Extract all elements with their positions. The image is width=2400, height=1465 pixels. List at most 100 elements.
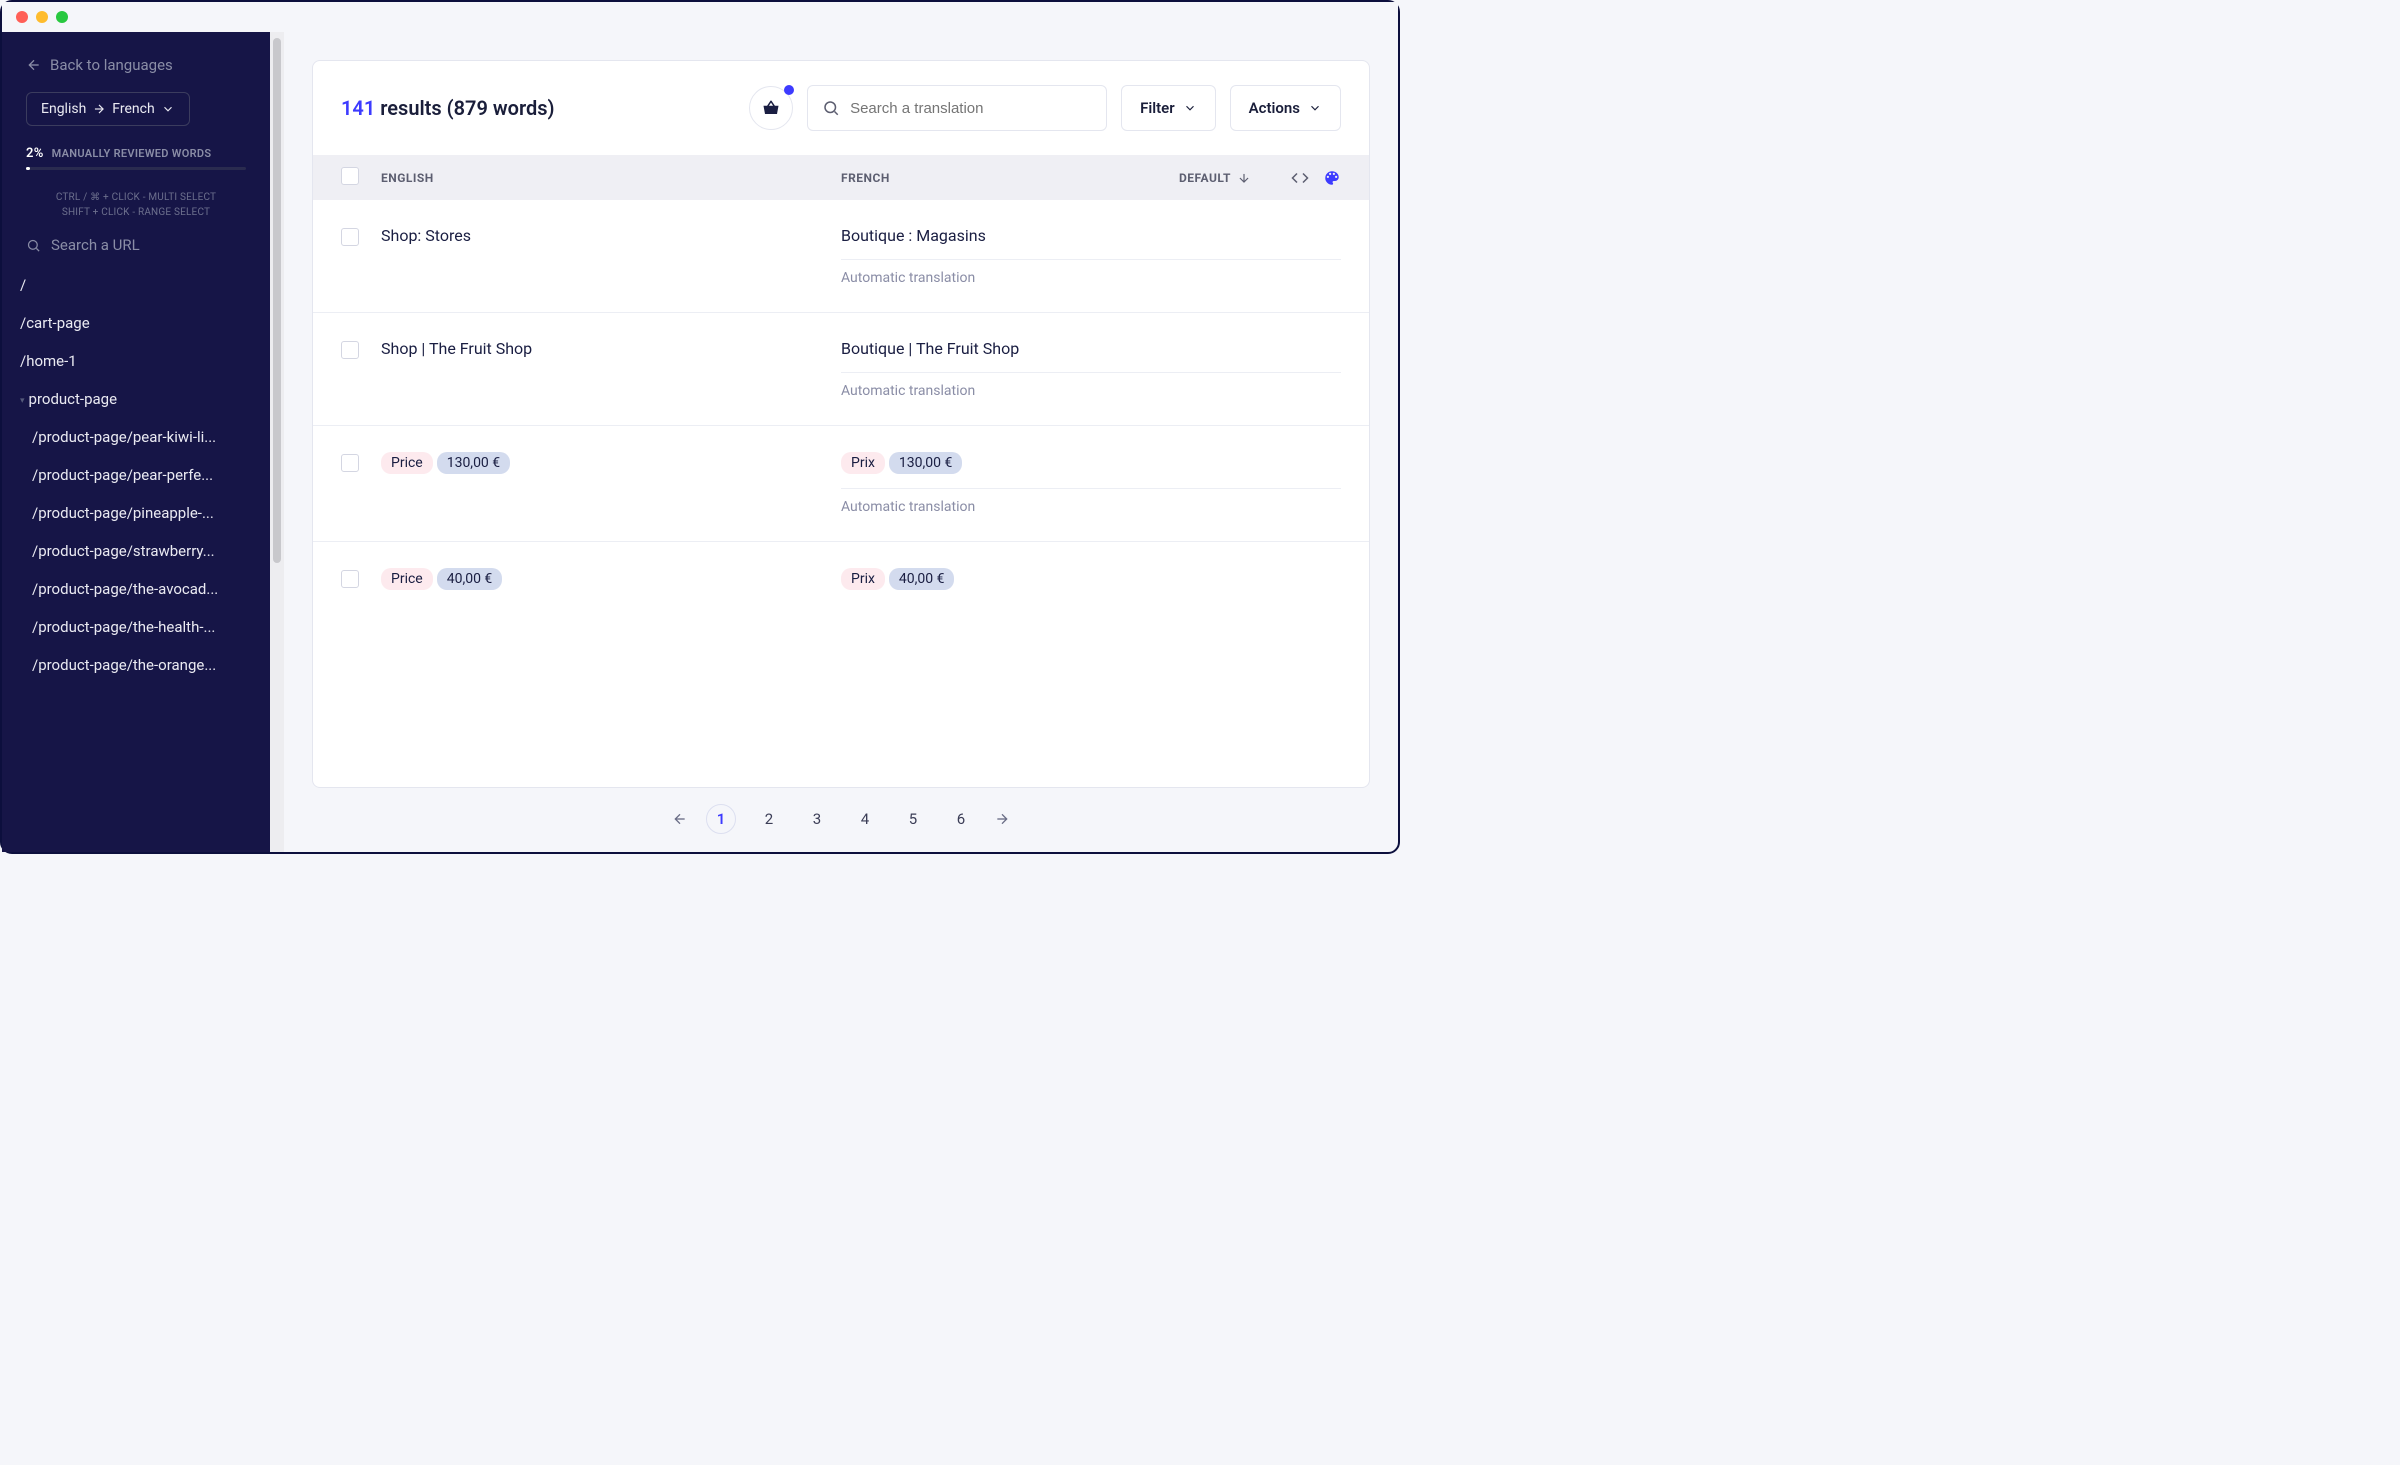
column-default-label: DEFAULT — [1179, 171, 1231, 185]
filter-label: Filter — [1140, 99, 1175, 117]
panel-header: 141 results (879 words) — [313, 61, 1369, 155]
table-row[interactable]: Price 130,00 € Prix 130,00 € Automatic t… — [313, 426, 1369, 542]
french-text: Boutique | The Fruit Shop — [841, 339, 1341, 373]
translations-panel: 141 results (879 words) — [312, 60, 1370, 788]
price-label-pill: Price — [381, 452, 433, 474]
page-number[interactable]: 2 — [754, 804, 784, 834]
chevron-down-icon — [161, 102, 175, 116]
translation-rows: Shop: Stores Boutique : Magasins Automat… — [313, 200, 1369, 787]
hint-range-select: SHIFT + CLICK - RANGE SELECT — [2, 205, 270, 220]
arrow-right-icon — [92, 102, 106, 116]
back-label: Back to languages — [50, 56, 173, 74]
url-item[interactable]: /home-1 — [2, 342, 270, 380]
pagination-next[interactable] — [994, 811, 1010, 827]
window-maximize-button[interactable] — [56, 11, 68, 23]
price-label-pill: Prix — [841, 452, 885, 474]
url-item[interactable]: /product-page/pineapple-... — [2, 494, 270, 532]
column-french[interactable]: FRENCH — [841, 171, 1131, 185]
chevron-down-icon — [1183, 101, 1197, 115]
url-item[interactable]: /cart-page — [2, 304, 270, 342]
url-item[interactable]: /product-page/strawberry... — [2, 532, 270, 570]
results-count: 141 — [341, 96, 375, 120]
url-item[interactable]: /product-page/the-orange... — [2, 646, 270, 684]
cell-french: Boutique | The Fruit Shop Automatic tran… — [841, 339, 1341, 399]
palette-icon[interactable] — [1323, 169, 1341, 187]
price-label-pill: Prix — [841, 568, 885, 590]
results-word: results — [380, 96, 441, 120]
cell-french: Prix 40,00 € — [841, 568, 1341, 590]
page-number[interactable]: 1 — [706, 804, 736, 834]
price-value-pill: 40,00 € — [889, 568, 955, 590]
notification-dot-icon — [784, 85, 794, 95]
page-number[interactable]: 4 — [850, 804, 880, 834]
column-english[interactable]: ENGLISH — [381, 171, 841, 185]
translation-search[interactable] — [807, 85, 1107, 131]
selection-hints: CTRL / ⌘ + CLICK - MULTI SELECT SHIFT + … — [2, 184, 270, 230]
auto-translation-label: Automatic translation — [841, 383, 1341, 399]
results-summary: 141 results (879 words) — [341, 96, 555, 120]
code-icon[interactable] — [1291, 169, 1309, 187]
url-search-placeholder: Search a URL — [51, 236, 140, 254]
row-checkbox[interactable] — [341, 570, 359, 588]
url-item[interactable]: /product-page/the-health-... — [2, 608, 270, 646]
progress-percent: 2% — [26, 146, 44, 161]
filter-button[interactable]: Filter — [1121, 85, 1216, 131]
table-row[interactable]: Shop | The Fruit Shop Boutique | The Fru… — [313, 313, 1369, 426]
french-text: Prix 130,00 € — [841, 452, 1341, 489]
pagination: 1 2 3 4 5 6 — [312, 788, 1370, 852]
back-to-languages-link[interactable]: Back to languages — [2, 42, 270, 84]
sidebar-scrollbar[interactable] — [270, 32, 284, 852]
basket-icon — [762, 99, 780, 117]
basket-button[interactable] — [749, 86, 793, 130]
french-text: Boutique : Magasins — [841, 226, 1341, 260]
actions-button[interactable]: Actions — [1230, 85, 1341, 131]
auto-translation-label: Automatic translation — [841, 499, 1341, 515]
search-icon — [822, 99, 840, 117]
price-value-pill: 130,00 € — [437, 452, 510, 474]
page-number[interactable]: 3 — [802, 804, 832, 834]
auto-translation-label: Automatic translation — [841, 270, 1341, 286]
chevron-down-icon — [1308, 101, 1322, 115]
price-value-pill: 130,00 € — [889, 452, 962, 474]
lang-from: English — [41, 101, 86, 117]
url-list: / /cart-page /home-1 product-page /produ… — [2, 266, 270, 852]
url-item[interactable]: /product-page/pear-kiwi-li... — [2, 418, 270, 456]
table-row[interactable]: Price 40,00 € Prix 40,00 € — [313, 542, 1369, 618]
page-number[interactable]: 6 — [946, 804, 976, 834]
url-search[interactable]: Search a URL — [2, 230, 270, 266]
window-titlebar — [2, 2, 1398, 32]
row-checkbox[interactable] — [341, 341, 359, 359]
scrollbar-thumb[interactable] — [273, 38, 281, 563]
column-default-sort[interactable]: DEFAULT — [1131, 171, 1251, 185]
cell-english: Shop: Stores — [381, 226, 841, 245]
url-item[interactable]: /product-page/the-avocad... — [2, 570, 270, 608]
arrow-down-icon — [1237, 171, 1251, 185]
cell-french: Boutique : Magasins Automatic translatio… — [841, 226, 1341, 286]
pagination-prev[interactable] — [672, 811, 688, 827]
main-content: 141 results (879 words) — [284, 32, 1398, 852]
progress-label: MANUALLY REVIEWED WORDS — [52, 147, 212, 160]
price-label-pill: Price — [381, 568, 433, 590]
url-item-product-page[interactable]: product-page — [2, 380, 270, 418]
cell-french: Prix 130,00 € Automatic translation — [841, 452, 1341, 515]
row-checkbox[interactable] — [341, 228, 359, 246]
progress-bar — [26, 167, 246, 170]
sidebar: Back to languages English French 2% MANU… — [2, 32, 270, 852]
translation-search-input[interactable] — [850, 100, 1092, 117]
language-pair-selector[interactable]: English French — [26, 92, 190, 126]
page-number[interactable]: 5 — [898, 804, 928, 834]
actions-label: Actions — [1249, 99, 1300, 117]
table-row[interactable]: Shop: Stores Boutique : Magasins Automat… — [313, 200, 1369, 313]
select-all-checkbox[interactable] — [341, 167, 359, 185]
hint-multi-select: CTRL / ⌘ + CLICK - MULTI SELECT — [2, 190, 270, 205]
search-icon — [26, 238, 41, 253]
lang-to: French — [112, 101, 154, 117]
url-item[interactable]: / — [2, 266, 270, 304]
window-minimize-button[interactable] — [36, 11, 48, 23]
arrow-left-icon — [26, 57, 42, 73]
url-item[interactable]: /product-page/pear-perfe... — [2, 456, 270, 494]
window-close-button[interactable] — [16, 11, 28, 23]
row-checkbox[interactable] — [341, 454, 359, 472]
results-words-paren: (879 words) — [447, 96, 555, 120]
cell-english: Shop | The Fruit Shop — [381, 339, 841, 358]
